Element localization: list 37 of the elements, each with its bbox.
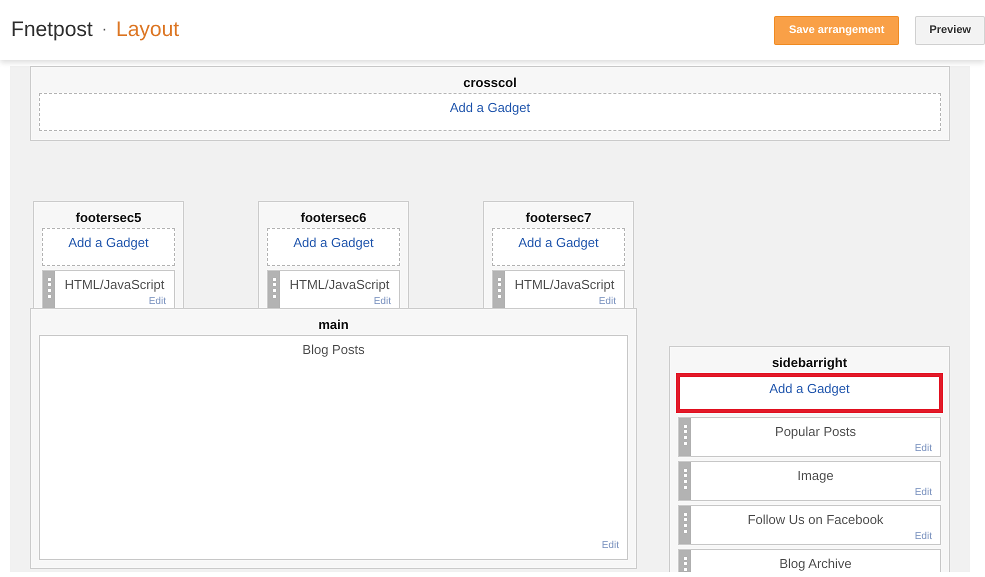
preview-button[interactable]: Preview <box>915 16 985 44</box>
gadget-title: Follow Us on Facebook <box>748 511 884 527</box>
drag-handle-icon[interactable] <box>679 506 691 544</box>
add-gadget-link[interactable]: Add a Gadget <box>68 234 149 250</box>
blog-name: Fnetpost <box>11 18 93 42</box>
drag-handle-icon[interactable] <box>679 418 691 456</box>
gadget-title: HTML/JavaScript <box>514 276 614 292</box>
edit-link[interactable]: Edit <box>374 296 391 307</box>
drag-handle-icon[interactable] <box>493 271 505 309</box>
save-arrangement-button[interactable]: Save arrangement <box>774 16 900 44</box>
page-title: Layout <box>116 18 180 42</box>
section-title: main <box>318 316 349 334</box>
gadget-title: HTML/JavaScript <box>290 276 390 292</box>
gadget-title: Blog Archive <box>779 555 852 571</box>
edit-link[interactable]: Edit <box>914 487 932 498</box>
edit-link[interactable]: Edit <box>598 296 616 307</box>
section-title: footersec7 <box>526 209 592 227</box>
edit-link[interactable]: Edit <box>914 531 932 542</box>
section-title: footersec6 <box>300 209 366 227</box>
edit-link[interactable]: Edit <box>148 296 166 307</box>
edit-link[interactable]: Edit <box>602 540 619 551</box>
add-gadget-link[interactable]: Add a Gadget <box>450 100 530 114</box>
section-title: footersec5 <box>76 209 142 227</box>
gadget-title: Popular Posts <box>775 423 856 439</box>
drag-handle-icon[interactable] <box>43 271 55 309</box>
drag-handle-icon[interactable] <box>268 271 280 309</box>
drag-handle-icon[interactable] <box>679 462 691 500</box>
gadget-title: Image <box>797 467 834 483</box>
add-gadget-link[interactable]: Add a Gadget <box>769 380 850 396</box>
gadget-title: HTML/JavaScript <box>64 276 164 292</box>
section-title: sidebarright <box>772 354 848 372</box>
gadget-title: Blog Posts <box>302 341 365 357</box>
title-separator: · <box>102 21 108 39</box>
add-gadget-link[interactable]: Add a Gadget <box>518 234 599 250</box>
section-title: crosscol <box>463 74 517 92</box>
add-gadget-link[interactable]: Add a Gadget <box>293 234 374 250</box>
edit-link[interactable]: Edit <box>914 443 932 454</box>
